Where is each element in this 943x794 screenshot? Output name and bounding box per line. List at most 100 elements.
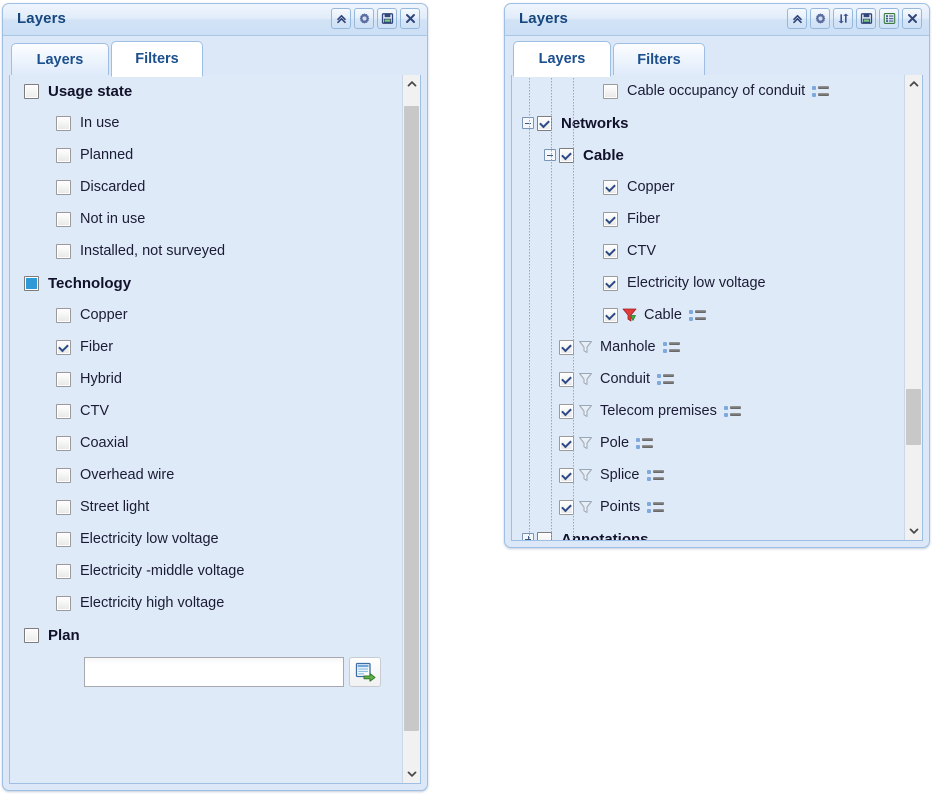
right-scroll-thumb[interactable] [906, 389, 921, 445]
filter-row[interactable]: Electricity high voltage [10, 587, 402, 619]
checkbox[interactable] [56, 499, 71, 515]
layer-row[interactable]: Networks [512, 107, 904, 139]
filter-row[interactable]: Street light [10, 491, 402, 523]
checkbox[interactable] [24, 83, 39, 99]
filter-row[interactable]: Planned [10, 139, 402, 171]
scroll-up-icon[interactable] [403, 75, 420, 93]
filter-icon[interactable] [577, 339, 594, 355]
legend-icon[interactable] [662, 341, 680, 353]
checkbox[interactable] [56, 435, 71, 451]
checkbox[interactable] [56, 243, 71, 259]
checkbox[interactable] [56, 371, 71, 387]
filter-row[interactable]: Coaxial [10, 427, 402, 459]
checkbox[interactable] [559, 147, 574, 163]
filter-active-icon[interactable] [621, 307, 638, 323]
tab-filters[interactable]: Filters [613, 43, 705, 76]
gear-icon[interactable] [354, 8, 374, 29]
refresh-icon[interactable] [833, 8, 853, 29]
checkbox[interactable] [56, 531, 71, 547]
right-scrollbar[interactable] [904, 75, 922, 540]
legend-icon[interactable] [646, 469, 664, 481]
filter-row[interactable]: Fiber [10, 331, 402, 363]
checkbox[interactable] [56, 179, 71, 195]
filter-row[interactable]: Electricity -middle voltage [10, 555, 402, 587]
left-scrollbar[interactable] [402, 75, 420, 783]
checkbox[interactable] [559, 403, 574, 419]
layer-row[interactable]: Electricity low voltage [512, 267, 904, 299]
filter-icon[interactable] [577, 371, 594, 387]
checkbox[interactable] [603, 243, 618, 259]
filter-row[interactable]: Overhead wire [10, 459, 402, 491]
legend-icon[interactable] [636, 437, 654, 449]
legend-icon[interactable] [879, 8, 899, 29]
layer-row[interactable]: Splice [512, 459, 904, 491]
save-icon[interactable] [377, 8, 397, 29]
filter-icon[interactable] [577, 499, 594, 515]
filter-row[interactable]: Electricity low voltage [10, 523, 402, 555]
filter-row[interactable]: Discarded [10, 171, 402, 203]
layer-row[interactable]: Copper [512, 171, 904, 203]
save-icon[interactable] [856, 8, 876, 29]
filter-row[interactable]: Plan [10, 619, 402, 651]
filter-icon[interactable] [577, 403, 594, 419]
checkbox[interactable] [56, 563, 71, 579]
filter-icon[interactable] [577, 435, 594, 451]
layer-row[interactable]: Cable [512, 299, 904, 331]
left-scroll-thumb[interactable] [404, 106, 419, 732]
collapse-icon[interactable] [331, 8, 351, 29]
tab-layers[interactable]: Layers [513, 41, 611, 77]
layer-row[interactable]: Points [512, 491, 904, 523]
checkbox[interactable] [56, 115, 71, 131]
layer-row[interactable]: CTV [512, 235, 904, 267]
close-icon[interactable] [902, 8, 922, 29]
layer-row[interactable]: Annotations [512, 523, 904, 540]
tab-filters[interactable]: Filters [111, 41, 203, 77]
checkbox[interactable] [537, 531, 552, 540]
filter-row[interactable]: CTV [10, 395, 402, 427]
tab-layers[interactable]: Layers [11, 43, 109, 76]
checkbox[interactable] [559, 435, 574, 451]
filter-row[interactable]: Not in use [10, 203, 402, 235]
checkbox[interactable] [56, 147, 71, 163]
collapse-node-icon[interactable] [544, 149, 556, 161]
layer-row[interactable]: Cable [512, 139, 904, 171]
scroll-down-icon[interactable] [905, 522, 922, 540]
checkbox[interactable] [56, 595, 71, 611]
checkbox[interactable] [56, 307, 71, 323]
filter-row[interactable]: In use [10, 107, 402, 139]
layer-row[interactable]: Manhole [512, 331, 904, 363]
gear-icon[interactable] [810, 8, 830, 29]
checkbox[interactable] [603, 275, 618, 291]
checkbox[interactable] [56, 339, 71, 355]
checkbox[interactable] [56, 403, 71, 419]
checkbox[interactable] [56, 211, 71, 227]
checkbox[interactable] [603, 83, 618, 99]
checkbox[interactable] [559, 467, 574, 483]
filter-row[interactable]: Hybrid [10, 363, 402, 395]
layer-row[interactable]: Fiber [512, 203, 904, 235]
legend-icon[interactable] [688, 309, 706, 321]
scroll-down-icon[interactable] [403, 765, 420, 783]
checkbox[interactable] [603, 307, 618, 323]
checkbox[interactable] [559, 499, 574, 515]
legend-icon[interactable] [723, 405, 741, 417]
filter-row[interactable]: Technology [10, 267, 402, 299]
legend-icon[interactable] [647, 501, 665, 513]
checkbox[interactable] [603, 211, 618, 227]
filter-row[interactable]: Copper [10, 299, 402, 331]
close-icon[interactable] [400, 8, 420, 29]
layer-row[interactable]: Telecom premises [512, 395, 904, 427]
select-plan-icon[interactable] [349, 657, 381, 687]
scroll-up-icon[interactable] [905, 75, 922, 93]
filter-row[interactable]: Installed, not surveyed [10, 235, 402, 267]
layer-row[interactable]: Cable occupancy of conduit [512, 75, 904, 107]
layer-row[interactable]: Conduit [512, 363, 904, 395]
legend-icon[interactable] [812, 85, 830, 97]
collapse-icon[interactable] [787, 8, 807, 29]
checkbox[interactable] [559, 371, 574, 387]
layer-row[interactable]: Pole [512, 427, 904, 459]
checkbox[interactable] [537, 115, 552, 131]
legend-icon[interactable] [656, 373, 674, 385]
checkbox[interactable] [24, 275, 39, 291]
checkbox[interactable] [603, 179, 618, 195]
